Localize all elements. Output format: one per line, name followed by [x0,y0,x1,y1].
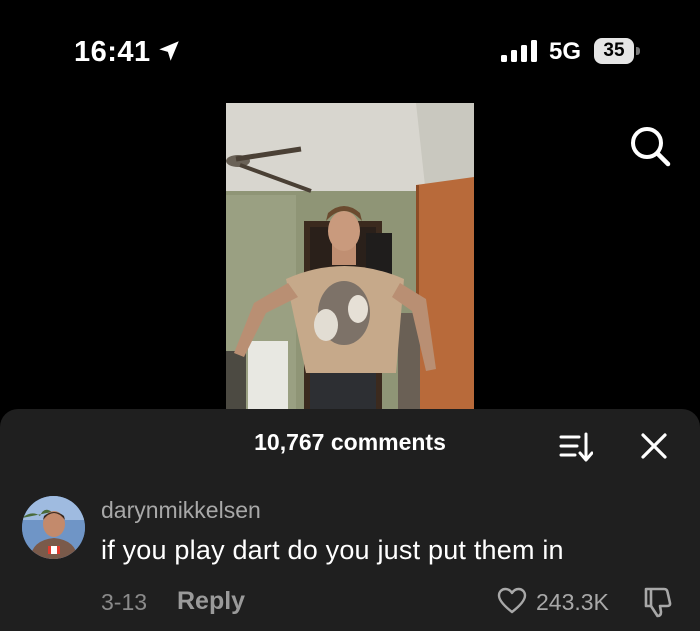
status-bar: 16:41 5G 35 [0,0,700,100]
avatar[interactable] [22,496,85,559]
battery-cap [636,47,640,55]
comments-count-title: 10,767 comments [254,429,446,455]
sort-icon[interactable] [559,431,593,463]
comment-text: if you play dart do you just put them in [101,535,564,565]
battery-level: 35 [594,38,634,64]
close-icon[interactable] [639,431,669,461]
comment-date: 3-13 [101,589,148,615]
video-player[interactable] [226,103,474,409]
cellular-signal-icon [501,40,537,62]
battery-indicator: 35 [594,38,640,64]
comment-username[interactable]: darynmikkelsen [101,497,261,524]
like-count: 243.3K [536,589,609,615]
avatar-image [22,496,85,559]
clock-time: 16:41 [74,36,151,68]
location-arrow-icon [159,41,179,61]
thumbs-down-icon[interactable] [640,585,674,619]
search-icon[interactable] [627,123,673,169]
reply-button[interactable]: Reply [177,587,245,616]
video-frame-image [226,103,474,409]
network-type: 5G [549,38,582,65]
heart-icon[interactable] [497,587,527,615]
comments-sheet: 10,767 comments darynmikkelsen if you pl [0,409,700,631]
